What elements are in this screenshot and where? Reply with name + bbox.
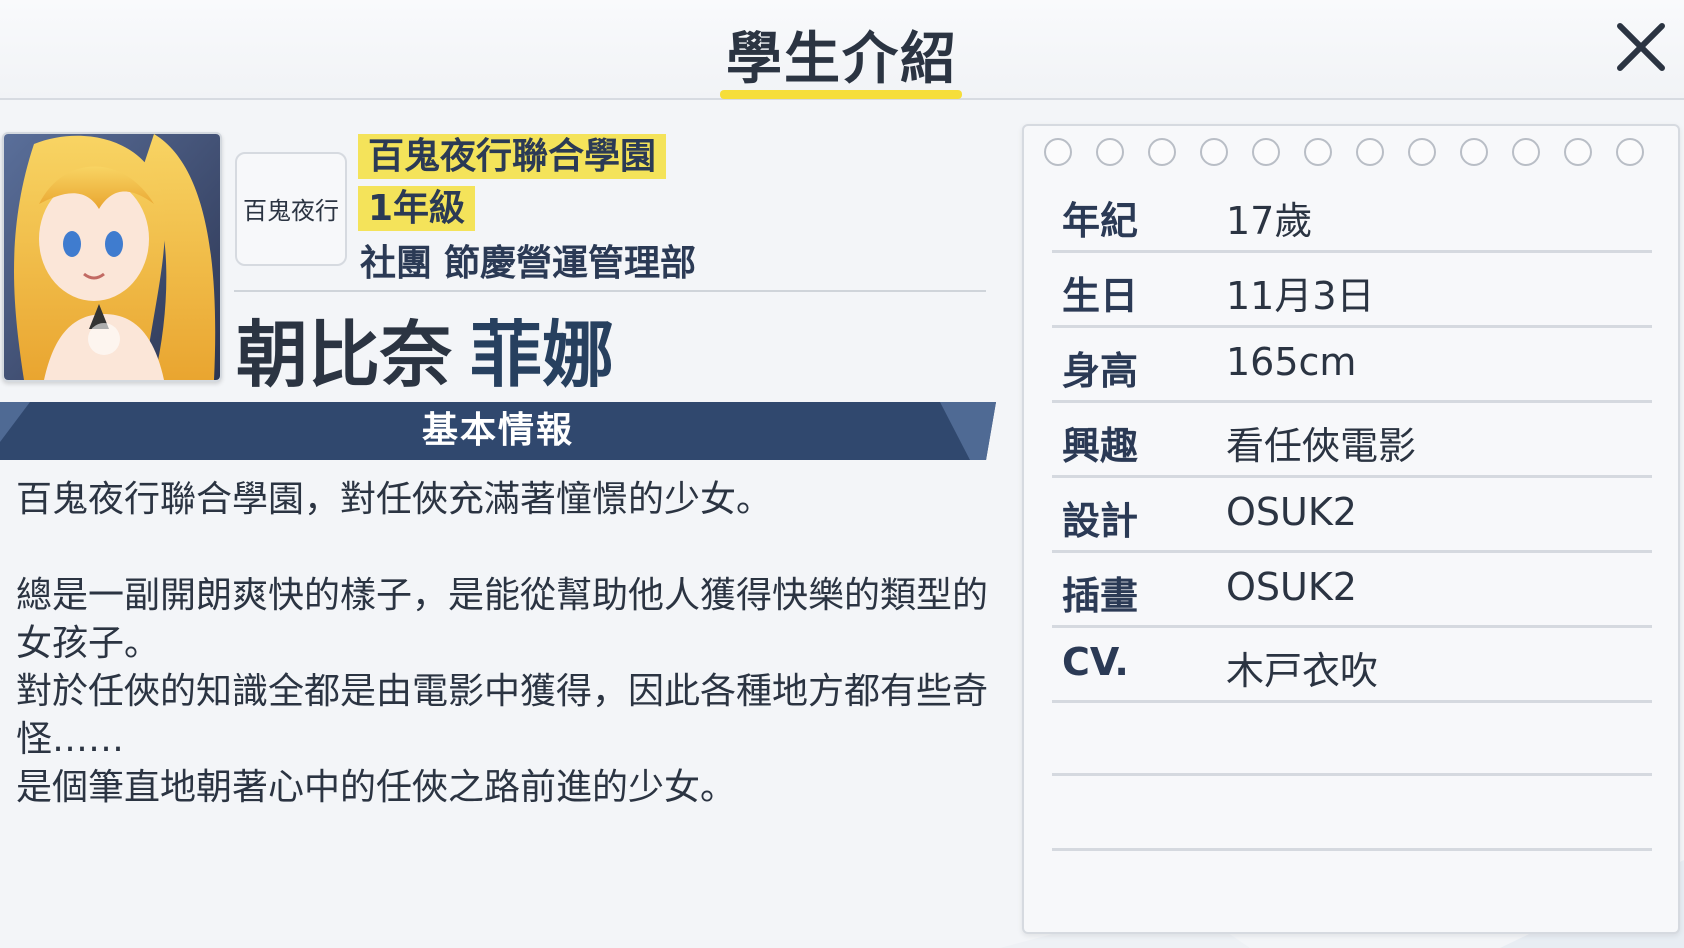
info-label: 設計: [1062, 499, 1139, 543]
club-info: 社團 節慶營運管理部: [360, 234, 696, 286]
school-emblem-icon: 百鬼夜行: [243, 197, 339, 225]
header-bar: 學生介紹: [0, 0, 1684, 100]
section-title-basic-info: 基本情報: [421, 410, 574, 451]
ring-decoration: [1616, 138, 1644, 166]
ring-decoration: [1096, 138, 1124, 166]
ring-decoration: [1304, 138, 1332, 166]
school-logo: 百鬼夜行: [235, 152, 347, 266]
name-divider: [234, 290, 986, 292]
info-row-voice-actor: CV. 木戸衣吹: [1052, 626, 1652, 703]
ring-decoration: [1356, 138, 1384, 166]
ring-decoration: [1564, 138, 1592, 166]
info-row-height: 身高 165cm: [1052, 326, 1652, 403]
title-underline: [720, 90, 962, 99]
page-title: 學生介紹: [726, 27, 958, 92]
given-name: 菲娜: [470, 313, 615, 397]
ring-decoration: [1252, 138, 1280, 166]
info-label: 插畫: [1062, 574, 1139, 618]
portrait-image: [4, 134, 220, 380]
school-name-badge: 百鬼夜行聯合學園: [358, 134, 667, 179]
close-button[interactable]: [1612, 18, 1670, 76]
description-paragraph: 是個筆直地朝著心中的任俠之路前進的少女。: [16, 767, 737, 808]
empty-row-line: [1052, 848, 1652, 851]
grade-badge: 1年級: [358, 186, 476, 231]
family-name: 朝比奈: [236, 313, 453, 397]
description-paragraph: 總是一副開朗爽快的樣子，是能從幫助他人獲得快樂的類型的女孩子。: [16, 575, 989, 664]
club-name: 節慶營運管理部: [444, 243, 697, 284]
student-name: 朝比奈 菲娜: [236, 296, 614, 401]
profile-details-card: 年紀 17歲 生日 11月3日 身高 165cm 興趣 看任俠電影 設計 OSU…: [1022, 124, 1680, 934]
student-description: 百鬼夜行聯合學園，對任俠充滿著憧憬的少女。 總是一副開朗爽快的樣子，是能從幫助他…: [16, 476, 996, 812]
student-portrait: [2, 132, 222, 382]
info-row-birthday: 生日 11月3日: [1052, 251, 1652, 328]
ring-decoration: [1512, 138, 1540, 166]
close-icon: [1617, 23, 1665, 71]
info-label: 身高: [1062, 349, 1139, 393]
ring-decoration: [1200, 138, 1228, 166]
description-paragraph: 百鬼夜行聯合學園，對任俠充滿著憧憬的少女。: [16, 479, 773, 520]
ring-decoration: [1044, 138, 1072, 166]
info-value: 看任俠電影: [1226, 424, 1417, 468]
svg-text:百鬼夜行: 百鬼夜行: [243, 197, 339, 225]
info-label: 年紀: [1062, 199, 1139, 243]
ring-decoration: [1148, 138, 1176, 166]
info-label: 生日: [1062, 274, 1139, 318]
info-label: 興趣: [1062, 424, 1139, 468]
ring-decoration: [1460, 138, 1488, 166]
info-row-hobby: 興趣 看任俠電影: [1052, 401, 1652, 478]
info-value: 165cm: [1226, 340, 1357, 384]
club-label: 社團: [360, 243, 433, 284]
info-row-design: 設計 OSUK2: [1052, 476, 1652, 553]
info-row-illustration: 插畫 OSUK2: [1052, 551, 1652, 628]
description-paragraph: 對於任俠的知識全都是由電影中獲得，因此各種地方都有些奇怪……: [16, 671, 989, 760]
info-value: OSUK2: [1226, 565, 1357, 609]
ring-decoration: [1408, 138, 1436, 166]
info-value: 11月3日: [1226, 274, 1375, 318]
info-row-age: 年紀 17歲: [1052, 176, 1652, 253]
info-value: 17歲: [1226, 199, 1313, 243]
info-value: 木戸衣吹: [1226, 649, 1379, 693]
info-value: OSUK2: [1226, 490, 1357, 534]
empty-row-line: [1052, 773, 1652, 776]
info-label: CV.: [1062, 640, 1129, 684]
